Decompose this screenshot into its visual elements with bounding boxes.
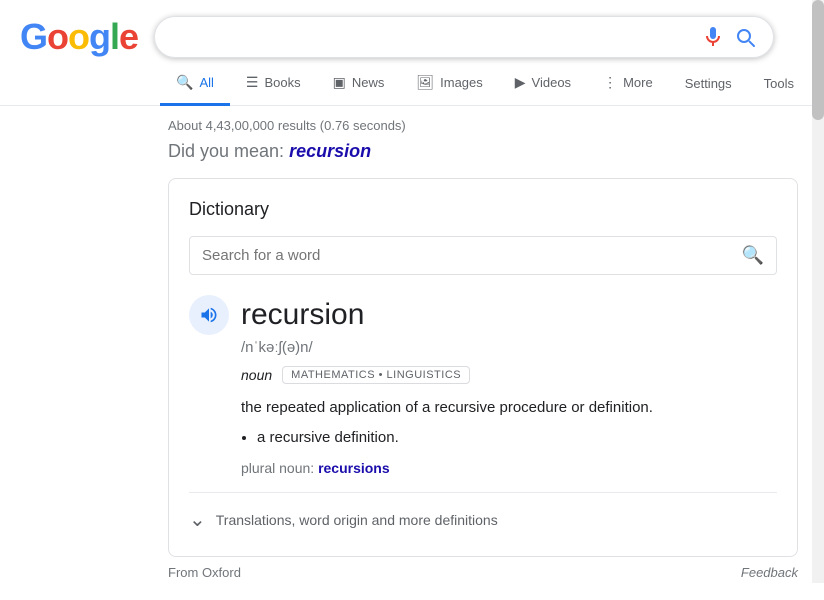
word-pos-line: noun MATHEMATICS • LINGUISTICS xyxy=(241,366,777,384)
logo-letter-g: G xyxy=(20,16,47,57)
nav-tabs: 🔍 All ☰ Books ▣ News 🖼 Images ▶ Videos ⋮… xyxy=(0,62,824,106)
plural-word[interactable]: recursions xyxy=(318,460,390,476)
more-defs-label: Translations, word origin and more defin… xyxy=(216,512,498,528)
tab-videos[interactable]: ▶ Videos xyxy=(499,62,587,106)
audio-button[interactable] xyxy=(189,295,229,335)
dict-search-icon: 🔍 xyxy=(742,245,764,266)
tools-link[interactable]: Tools xyxy=(748,64,810,103)
search-bar[interactable]: recursion xyxy=(154,16,774,58)
tab-news-label: News xyxy=(352,75,385,90)
nav-right: Settings Tools xyxy=(669,64,810,103)
tab-images[interactable]: 🖼 Images xyxy=(400,62,498,106)
search-input[interactable]: recursion xyxy=(171,28,693,46)
footer-row: From Oxford Feedback xyxy=(168,557,798,588)
tab-all-label: All xyxy=(199,75,213,90)
news-icon: ▣ xyxy=(333,74,346,91)
tab-more-label: More xyxy=(623,75,653,90)
more-icon: ⋮ xyxy=(603,74,617,91)
definition: the repeated application of a recursive … xyxy=(241,396,777,450)
videos-icon: ▶ xyxy=(515,74,526,91)
scrollbar-track[interactable] xyxy=(812,0,824,583)
logo-letter-o1: o xyxy=(47,16,68,57)
scrollbar-thumb[interactable] xyxy=(812,0,824,120)
dict-search-wrap[interactable]: 🔍 xyxy=(189,236,777,275)
phonetic: /nˈkəːʃ(ə)n/ xyxy=(241,339,777,356)
all-icon: 🔍 xyxy=(176,74,193,91)
books-icon: ☰ xyxy=(246,74,259,91)
logo-letter-l: l xyxy=(110,16,119,57)
chevron-down-icon: ⌄ xyxy=(189,507,206,532)
tab-more[interactable]: ⋮ More xyxy=(587,62,669,106)
category-tag: MATHEMATICS • LINGUISTICS xyxy=(282,366,470,384)
speaker-icon xyxy=(199,305,219,325)
settings-link[interactable]: Settings xyxy=(669,64,748,103)
tab-videos-label: Videos xyxy=(532,75,572,90)
dictionary-card: Dictionary 🔍 recursion /nˈkəːʃ(ə)n/ noun… xyxy=(168,178,798,557)
did-you-mean-link[interactable]: recursion xyxy=(289,141,371,161)
from-oxford: From Oxford xyxy=(168,565,241,580)
main-content: About 4,43,00,000 results (0.76 seconds)… xyxy=(0,106,824,600)
sub-definition: a recursive definition. xyxy=(257,426,777,450)
tab-books-label: Books xyxy=(264,75,300,90)
pos-label: noun xyxy=(241,367,272,383)
did-you-mean: Did you mean: recursion xyxy=(168,141,804,162)
tab-news[interactable]: ▣ News xyxy=(317,62,401,106)
logo-letter-g2: g xyxy=(89,16,110,57)
search-icon[interactable] xyxy=(733,25,757,49)
plural-label: plural noun: xyxy=(241,460,314,476)
images-icon: 🖼 xyxy=(416,74,434,91)
tab-all[interactable]: 🔍 All xyxy=(160,62,230,106)
more-defs[interactable]: ⌄ Translations, word origin and more def… xyxy=(189,493,777,536)
header: Google recursion xyxy=(0,0,824,58)
tab-books[interactable]: ☰ Books xyxy=(230,62,317,106)
tab-images-label: Images xyxy=(440,75,483,90)
mic-icon[interactable] xyxy=(701,25,725,49)
logo-letter-o2: o xyxy=(68,16,89,57)
plural-note: plural noun: recursions xyxy=(241,460,777,476)
feedback-link[interactable]: Feedback xyxy=(741,565,798,580)
word-title: recursion xyxy=(241,298,364,332)
word-header: recursion xyxy=(189,295,777,335)
logo-letter-e: e xyxy=(119,16,138,57)
dict-search-input[interactable] xyxy=(202,247,734,264)
dictionary-title: Dictionary xyxy=(189,199,777,220)
did-you-mean-label: Did you mean: xyxy=(168,141,284,161)
definition-text: the repeated application of a recursive … xyxy=(241,399,653,416)
google-logo[interactable]: Google xyxy=(20,16,138,58)
results-count: About 4,43,00,000 results (0.76 seconds) xyxy=(168,118,804,133)
